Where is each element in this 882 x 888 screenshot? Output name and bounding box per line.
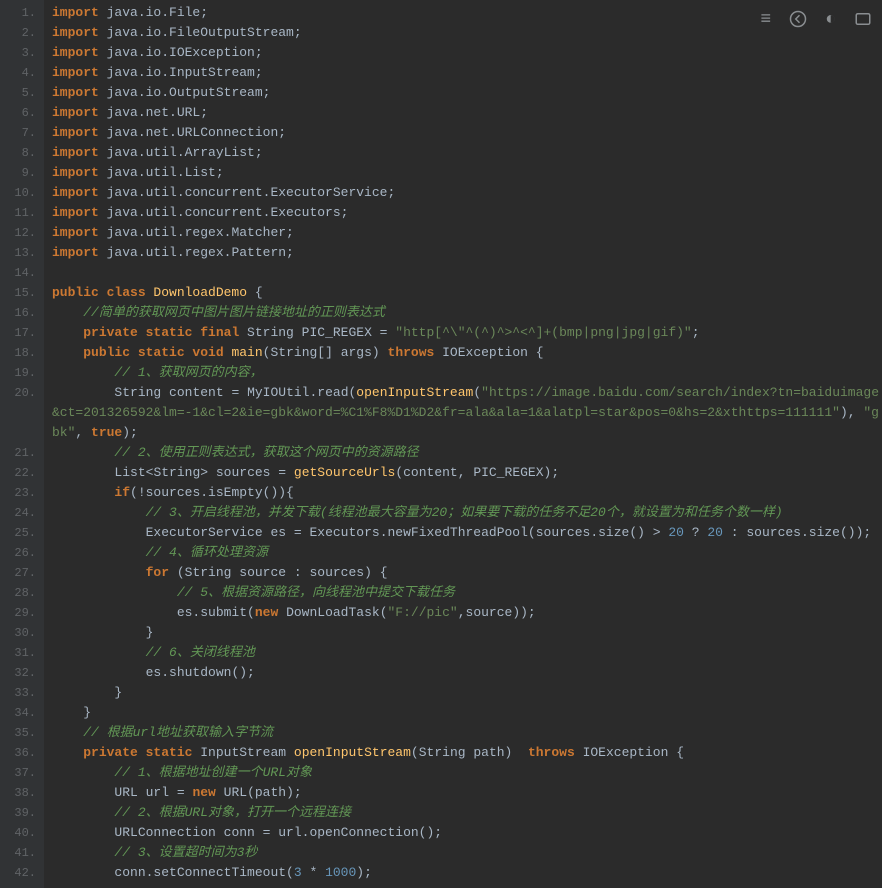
line-number: 29. xyxy=(0,603,36,623)
back-icon[interactable] xyxy=(789,10,807,34)
line-number: 20. xyxy=(0,383,36,443)
code-line[interactable]: import java.io.InputStream; xyxy=(52,63,882,83)
code-line[interactable]: List<String> sources = getSourceUrls(con… xyxy=(52,463,882,483)
code-area[interactable]: import java.io.File;import java.io.FileO… xyxy=(44,0,882,888)
code-line[interactable]: import java.io.FileOutputStream; xyxy=(52,23,882,43)
line-number: 18. xyxy=(0,343,36,363)
code-line[interactable]: public class DownloadDemo { xyxy=(52,283,882,303)
line-number: 1. xyxy=(0,3,36,23)
line-number: 2. xyxy=(0,23,36,43)
editor-toolbox: ≡ ◐ xyxy=(760,10,872,34)
code-line[interactable]: // 3、设置超时间为3秒 xyxy=(52,843,882,863)
line-number: 22. xyxy=(0,463,36,483)
line-number: 8. xyxy=(0,143,36,163)
code-line[interactable]: public static void main(String[] args) t… xyxy=(52,343,882,363)
line-number: 24. xyxy=(0,503,36,523)
code-line[interactable]: import java.io.IOException; xyxy=(52,43,882,63)
line-number: 16. xyxy=(0,303,36,323)
code-line[interactable]: // 5、根据资源路径，向线程池中提交下载任务 xyxy=(52,583,882,603)
line-number: 36. xyxy=(0,743,36,763)
fullscreen-icon[interactable] xyxy=(854,10,872,34)
line-number: 17. xyxy=(0,323,36,343)
line-number: 15. xyxy=(0,283,36,303)
line-number: 41. xyxy=(0,843,36,863)
code-line[interactable]: import java.net.URLConnection; xyxy=(52,123,882,143)
code-line[interactable]: URL url = new URL(path); xyxy=(52,783,882,803)
code-line[interactable]: // 3、开启线程池，并发下载(线程池最大容量为20；如果要下载的任务不足20个… xyxy=(52,503,882,523)
line-number: 19. xyxy=(0,363,36,383)
line-number: 3. xyxy=(0,43,36,63)
code-line[interactable]: es.submit(new DownLoadTask("F://pic",sou… xyxy=(52,603,882,623)
line-number: 40. xyxy=(0,823,36,843)
code-line[interactable]: import java.util.List; xyxy=(52,163,882,183)
line-number: 27. xyxy=(0,563,36,583)
code-line[interactable]: URLConnection conn = url.openConnection(… xyxy=(52,823,882,843)
line-number: 26. xyxy=(0,543,36,563)
code-line[interactable]: if(!sources.isEmpty()){ xyxy=(52,483,882,503)
code-line[interactable]: private static InputStream openInputStre… xyxy=(52,743,882,763)
line-number: 34. xyxy=(0,703,36,723)
code-line[interactable]: } xyxy=(52,703,882,723)
code-line[interactable]: import java.util.regex.Matcher; xyxy=(52,223,882,243)
line-number: 35. xyxy=(0,723,36,743)
code-line[interactable]: import java.io.OutputStream; xyxy=(52,83,882,103)
line-number: 31. xyxy=(0,643,36,663)
code-line[interactable]: import java.util.concurrent.ExecutorServ… xyxy=(52,183,882,203)
line-number: 23. xyxy=(0,483,36,503)
line-number: 42. xyxy=(0,863,36,883)
code-line[interactable]: import java.util.ArrayList; xyxy=(52,143,882,163)
code-line[interactable]: //简单的获取网页中图片图片链接地址的正则表达式 xyxy=(52,303,882,323)
code-line[interactable]: // 2、根据URL对象，打开一个远程连接 xyxy=(52,803,882,823)
code-line[interactable]: ExecutorService es = Executors.newFixedT… xyxy=(52,523,882,543)
line-number: 5. xyxy=(0,83,36,103)
code-line[interactable]: // 2、使用正则表达式，获取这个网页中的资源路径 xyxy=(52,443,882,463)
code-line[interactable]: conn.setConnectTimeout(3 * 1000); xyxy=(52,863,882,883)
line-number: 4. xyxy=(0,63,36,83)
line-number-gutter: 1.2.3.4.5.6.7.8.9.10.11.12.13.14.15.16.1… xyxy=(0,0,44,888)
line-number: 7. xyxy=(0,123,36,143)
code-line[interactable]: import java.io.File; xyxy=(52,3,882,23)
code-line[interactable]: import java.util.concurrent.Executors; xyxy=(52,203,882,223)
code-line[interactable] xyxy=(52,263,882,283)
line-number: 32. xyxy=(0,663,36,683)
code-line[interactable]: // 1、根据地址创建一个URL对象 xyxy=(52,763,882,783)
line-number: 37. xyxy=(0,763,36,783)
line-number: 33. xyxy=(0,683,36,703)
code-line[interactable]: } xyxy=(52,623,882,643)
code-line[interactable]: import java.net.URL; xyxy=(52,103,882,123)
code-line[interactable]: } xyxy=(52,683,882,703)
line-number: 11. xyxy=(0,203,36,223)
line-number: 38. xyxy=(0,783,36,803)
code-line[interactable]: for (String source : sources) { xyxy=(52,563,882,583)
line-number: 14. xyxy=(0,263,36,283)
line-number: 30. xyxy=(0,623,36,643)
line-number: 39. xyxy=(0,803,36,823)
code-line[interactable]: // 1、获取网页的内容， xyxy=(52,363,882,383)
code-line[interactable]: private static final String PIC_REGEX = … xyxy=(52,323,882,343)
code-line[interactable]: es.shutdown(); xyxy=(52,663,882,683)
line-number: 10. xyxy=(0,183,36,203)
code-line[interactable]: // 6、关闭线程池 xyxy=(52,643,882,663)
line-number: 6. xyxy=(0,103,36,123)
code-editor[interactable]: 1.2.3.4.5.6.7.8.9.10.11.12.13.14.15.16.1… xyxy=(0,0,882,888)
line-number: 13. xyxy=(0,243,36,263)
list-icon[interactable]: ≡ xyxy=(760,10,771,34)
line-number: 25. xyxy=(0,523,36,543)
code-line[interactable]: // 4、循环处理资源 xyxy=(52,543,882,563)
line-number: 9. xyxy=(0,163,36,183)
line-number: 21. xyxy=(0,443,36,463)
code-line[interactable]: String content = MyIOUtil.read(openInput… xyxy=(52,383,882,443)
contrast-icon[interactable]: ◐ xyxy=(825,10,836,34)
line-number: 12. xyxy=(0,223,36,243)
line-number: 28. xyxy=(0,583,36,603)
code-line[interactable]: // 根据url地址获取输入字节流 xyxy=(52,723,882,743)
code-line[interactable]: import java.util.regex.Pattern; xyxy=(52,243,882,263)
